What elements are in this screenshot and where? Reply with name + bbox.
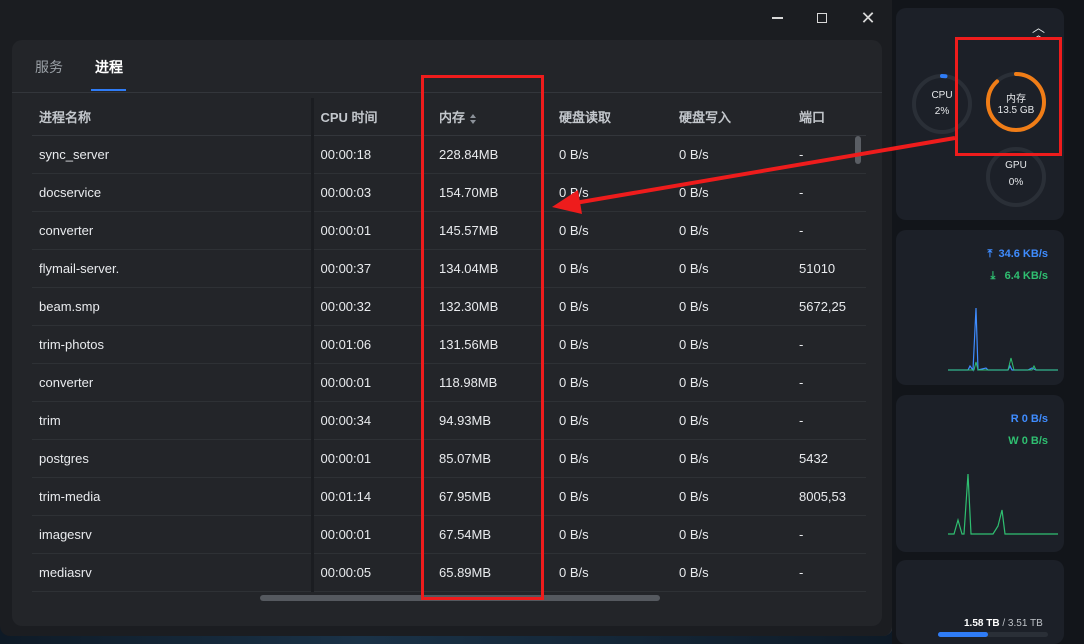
cpu-time-cell: 00:00:01 <box>312 439 432 478</box>
port-cell: - <box>792 553 866 592</box>
port-cell: 8005,53 <box>792 477 866 516</box>
cpu-time-cell: 00:00:01 <box>312 211 432 250</box>
gpu-gauge-label: GPU <box>1005 160 1027 171</box>
network-activity-graph <box>948 307 1058 372</box>
cpu-time-cell: 00:00:37 <box>312 249 432 288</box>
disk-write-cell: 0 B/s <box>672 515 792 554</box>
process-name-cell: trim <box>32 401 314 440</box>
disk-write-cell: 0 B/s <box>672 135 792 174</box>
column-header-process-name[interactable]: 进程名称 <box>32 98 314 136</box>
disk-read-cell: 0 B/s <box>552 515 672 554</box>
vertical-scrollbar[interactable] <box>855 136 861 164</box>
disk-read-cell: 0 B/s <box>552 477 672 516</box>
process-name-cell: mediasrv <box>32 553 314 592</box>
download-rate-text: 6.4 KB/s <box>1004 270 1048 282</box>
process-name-cell: postgres <box>32 439 314 478</box>
disk-write-cell: 0 B/s <box>672 553 792 592</box>
cpu-time-cell: 00:00:01 <box>312 515 432 554</box>
process-name-cell: converter <box>32 211 314 250</box>
disk-read-cell: 0 B/s <box>552 439 672 478</box>
column-header-cpu-time[interactable]: CPU 时间 <box>312 98 432 136</box>
disk-write-cell: 0 B/s <box>672 287 792 326</box>
storage-usage-text: 1.58 TB / 3.51 TB <box>964 618 1043 629</box>
cpu-time-cell: 00:00:32 <box>312 287 432 326</box>
port-cell: - <box>792 325 866 364</box>
minimize-icon <box>771 17 783 19</box>
disk-write-cell: 0 B/s <box>672 363 792 402</box>
tab-services[interactable]: 服务 <box>35 57 63 77</box>
disk-write-cell: 0 B/s <box>672 173 792 212</box>
tab-processes[interactable]: 进程 <box>95 57 123 77</box>
process-name-cell: imagesrv <box>32 515 314 554</box>
port-cell: - <box>792 401 866 440</box>
disk-read-cell: 0 B/s <box>552 211 672 250</box>
port-cell: 51010 <box>792 249 866 288</box>
disk-read-rate: R 0 B/s <box>1010 413 1048 425</box>
cpu-time-cell: 00:00:03 <box>312 173 432 212</box>
port-cell: - <box>792 211 866 250</box>
close-icon: ✕ <box>860 7 876 28</box>
process-name-cell: docservice <box>32 173 314 212</box>
process-name-cell: beam.smp <box>32 287 314 326</box>
storage-usage-bar <box>938 632 1048 637</box>
active-tab-indicator <box>91 89 126 91</box>
annotation-box-memory-gauge <box>955 37 1062 156</box>
network-download-rate: ⤓ 6.4 KB/s <box>991 270 1048 283</box>
port-cell: 5432 <box>792 439 866 478</box>
upload-rate-text: 34.6 KB/s <box>998 248 1048 260</box>
column-header-port[interactable]: 端口 <box>792 98 866 136</box>
disk-read-cell: 0 B/s <box>552 249 672 288</box>
download-arrow-icon: ⤓ <box>990 270 996 282</box>
maximize-icon <box>817 13 827 23</box>
process-name-cell: flymail-server. <box>32 249 314 288</box>
process-name-cell: trim-media <box>32 477 314 516</box>
maximize-button[interactable] <box>811 8 833 28</box>
storage-used: 1.58 TB <box>964 618 1000 629</box>
disk-write-cell: 0 B/s <box>672 477 792 516</box>
annotation-box-memory-column <box>421 75 544 600</box>
cpu-time-cell: 00:01:06 <box>312 325 432 364</box>
disk-write-cell: 0 B/s <box>672 439 792 478</box>
disk-write-cell: 0 B/s <box>672 249 792 288</box>
column-header-disk-read[interactable]: 硬盘读取 <box>552 98 672 136</box>
disk-write-cell: 0 B/s <box>672 325 792 364</box>
cpu-time-cell: 00:00:18 <box>312 135 432 174</box>
port-cell: 5672,25 <box>792 287 866 326</box>
cpu-time-cell: 00:00:05 <box>312 553 432 592</box>
cpu-time-cell: 00:00:01 <box>312 363 432 402</box>
process-name-cell: converter <box>32 363 314 402</box>
port-cell: - <box>792 515 866 554</box>
disk-read-cell: 0 B/s <box>552 173 672 212</box>
cpu-time-cell: 00:00:34 <box>312 401 432 440</box>
disk-read-cell: 0 B/s <box>552 287 672 326</box>
disk-read-cell: 0 B/s <box>552 553 672 592</box>
upload-arrow-icon: ⤒ <box>987 248 993 260</box>
minimize-button[interactable] <box>766 8 788 28</box>
column-header-disk-write[interactable]: 硬盘写入 <box>672 98 792 136</box>
disk-read-cell: 0 B/s <box>552 325 672 364</box>
process-name-cell: sync_server <box>32 135 314 174</box>
disk-read-cell: 0 B/s <box>552 401 672 440</box>
disk-read-cell: 0 B/s <box>552 135 672 174</box>
process-name-cell: trim-photos <box>32 325 314 364</box>
close-button[interactable]: ✕ <box>857 8 879 28</box>
disk-write-cell: 0 B/s <box>672 401 792 440</box>
network-upload-rate: ⤒ 34.6 KB/s <box>987 248 1048 261</box>
port-cell: - <box>792 363 866 402</box>
disk-read-cell: 0 B/s <box>552 363 672 402</box>
gpu-gauge-value: 0% <box>1008 177 1024 188</box>
storage-usage-fill <box>938 632 988 637</box>
storage-total: 3.51 TB <box>1007 618 1043 629</box>
disk-write-cell: 0 B/s <box>672 211 792 250</box>
cpu-time-cell: 00:01:14 <box>312 477 432 516</box>
port-cell: - <box>792 173 866 212</box>
disk-activity-graph <box>948 473 1058 535</box>
disk-write-rate: W 0 B/s <box>1008 435 1048 447</box>
